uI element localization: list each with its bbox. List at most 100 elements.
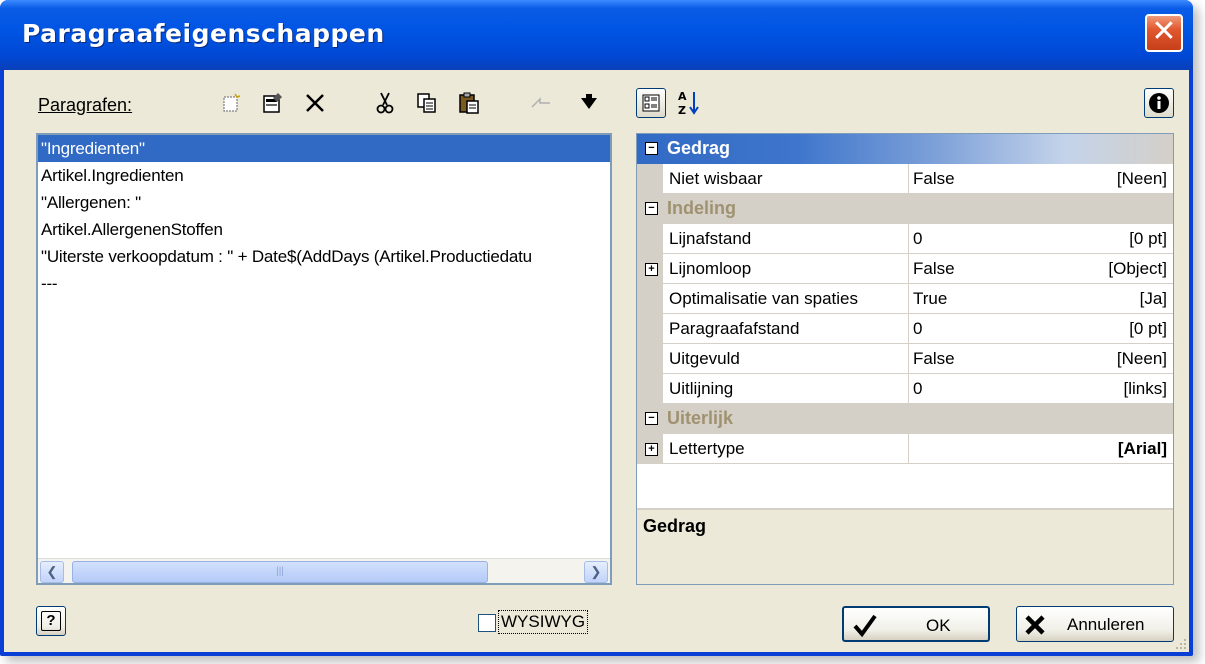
dialog-window: Paragraafeigenschappen ✕ Paragrafen: "In… — [0, 0, 1193, 656]
column-divider[interactable] — [908, 374, 909, 404]
alphabetical-button[interactable]: AZ — [674, 88, 704, 118]
cancel-x-icon — [1025, 615, 1045, 635]
cut-button[interactable] — [370, 88, 400, 118]
wysiwyg-label[interactable]: WYSIWYG — [498, 610, 589, 634]
property-row[interactable]: Uitlijning 0 [links] — [637, 374, 1173, 404]
scroll-thumb[interactable]: ||| — [72, 561, 488, 583]
paragraph-list-item[interactable]: --- — [38, 270, 610, 297]
category-label: Uiterlijk — [667, 408, 734, 428]
property-row-margin — [637, 224, 663, 254]
horizontal-scrollbar[interactable]: ❮ ||| ❯ — [38, 558, 610, 583]
help-icon: ? — [41, 611, 61, 631]
property-display-value: [Ja] — [1139, 289, 1167, 308]
paragraph-list-item[interactable]: "Allergenen: " — [38, 189, 610, 216]
help-button[interactable]: ? — [36, 606, 66, 636]
new-paragraph-icon — [223, 93, 241, 112]
move-up-button[interactable] — [526, 88, 556, 118]
paste-button[interactable] — [454, 88, 484, 118]
cut-icon — [376, 92, 394, 114]
move-up-icon — [531, 97, 550, 108]
info-button[interactable] — [1144, 88, 1174, 118]
cancel-button[interactable]: Annuleren — [1016, 606, 1174, 642]
paragraph-list-item[interactable]: Artikel.AllergenenStoffen — [38, 216, 610, 243]
paragraph-list-item[interactable]: "Uiterste verkoopdatum : " + Date$(AddDa… — [38, 243, 610, 270]
property-grid[interactable]: − Gedrag Niet wisbaar False [Neen] − Indeling L… — [636, 133, 1174, 585]
property-value[interactable]: 0 — [913, 319, 922, 339]
collapse-icon[interactable]: − — [645, 412, 658, 425]
property-row[interactable]: Optimalisatie van spaties True [Ja] — [637, 284, 1173, 314]
property-name: Optimalisatie van spaties — [669, 289, 858, 308]
new-paragraph-button[interactable] — [216, 88, 246, 118]
property-row[interactable]: Niet wisbaar False [Neen] — [637, 164, 1173, 194]
property-value[interactable]: False — [913, 169, 955, 189]
column-divider[interactable] — [908, 284, 909, 314]
info-icon — [1149, 93, 1169, 113]
scroll-right-button[interactable]: ❯ — [584, 561, 608, 583]
ok-label: OK — [926, 616, 951, 635]
properties-icon — [263, 93, 282, 113]
property-value[interactable]: False — [913, 349, 955, 369]
property-row-margin — [637, 374, 663, 404]
delete-icon — [306, 94, 324, 112]
property-row[interactable]: + Lijnomloop False [Object] — [637, 254, 1173, 284]
category-row-indeling[interactable]: − Indeling — [637, 194, 1173, 224]
alphabetical-sort-icon: AZ — [678, 90, 699, 117]
column-divider[interactable] — [908, 434, 909, 464]
move-down-button[interactable] — [574, 88, 604, 118]
column-divider[interactable] — [908, 164, 909, 194]
collapse-icon[interactable]: − — [645, 202, 658, 215]
property-value[interactable]: False — [913, 259, 955, 279]
column-divider[interactable] — [908, 344, 909, 374]
paragraph-list[interactable]: "Ingredienten" Artikel.Ingredienten "Aller… — [36, 133, 612, 585]
category-row-uiterlijk[interactable]: − Uiterlijk — [637, 404, 1173, 434]
expand-icon[interactable]: + — [645, 443, 658, 456]
property-row-margin — [637, 314, 663, 344]
expand-icon[interactable]: + — [645, 263, 658, 276]
category-label: Indeling — [667, 198, 736, 218]
property-value[interactable]: 0 — [913, 229, 922, 249]
property-name: Uitlijning — [669, 379, 734, 398]
property-value[interactable]: True — [913, 289, 947, 309]
column-divider[interactable] — [908, 224, 909, 254]
property-value[interactable]: 0 — [913, 379, 922, 399]
property-row-margin — [637, 284, 663, 314]
column-divider[interactable] — [908, 254, 909, 284]
ok-button[interactable]: OK — [842, 606, 990, 642]
category-row-gedrag[interactable]: − Gedrag — [637, 134, 1173, 164]
paragraph-list-item[interactable]: Artikel.Ingredienten — [38, 162, 610, 189]
property-row[interactable]: + Lettertype [Arial] — [637, 434, 1173, 464]
cancel-label: Annuleren — [1067, 615, 1145, 634]
property-display-value: [links] — [1123, 379, 1167, 398]
property-name: Uitgevuld — [669, 349, 740, 368]
property-display-value: [Arial] — [1117, 439, 1167, 458]
property-display-value: [0 pt] — [1129, 319, 1167, 338]
description-title: Gedrag — [643, 516, 707, 536]
column-divider[interactable] — [908, 314, 909, 344]
property-name: Lijnafstand — [669, 229, 752, 248]
property-display-value: [Neen] — [1116, 169, 1167, 188]
chevron-right-icon: ❯ — [590, 564, 602, 579]
categorized-icon — [642, 94, 660, 112]
resize-grip-icon[interactable] — [1173, 636, 1187, 650]
property-display-value: [Object] — [1108, 259, 1167, 278]
svg-text:Z: Z — [678, 104, 686, 117]
property-row[interactable]: Paragraafafstand 0 [0 pt] — [637, 314, 1173, 344]
move-down-icon — [581, 94, 597, 109]
categorized-button[interactable] — [636, 88, 666, 118]
property-name: Paragraafafstand — [669, 319, 800, 338]
properties-button[interactable] — [258, 88, 288, 118]
title-bar[interactable]: Paragraafeigenschappen ✕ — [0, 0, 1193, 70]
property-name: Niet wisbaar — [669, 169, 763, 188]
category-label: Gedrag — [667, 138, 731, 158]
paragraph-list-item[interactable]: "Ingredienten" — [38, 135, 610, 162]
chevron-left-icon: ❮ — [46, 564, 58, 579]
close-button[interactable]: ✕ — [1145, 14, 1183, 52]
delete-button[interactable] — [300, 88, 330, 118]
paste-icon — [459, 92, 479, 114]
scroll-left-button[interactable]: ❮ — [40, 561, 64, 583]
wysiwyg-checkbox[interactable] — [478, 614, 496, 632]
collapse-icon[interactable]: − — [645, 142, 658, 155]
property-row[interactable]: Uitgevuld False [Neen] — [637, 344, 1173, 374]
copy-button[interactable] — [412, 88, 442, 118]
property-row[interactable]: Lijnafstand 0 [0 pt] — [637, 224, 1173, 254]
